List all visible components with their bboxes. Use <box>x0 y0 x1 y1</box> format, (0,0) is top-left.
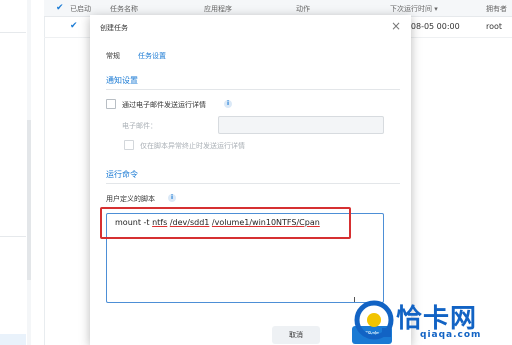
notify-section-title: 通知设置 <box>106 76 138 85</box>
email-label: 电子邮件： <box>122 122 157 130</box>
left-scrollbar-thumb[interactable] <box>27 120 31 280</box>
left-panel <box>0 0 45 345</box>
row-owner: root <box>486 22 503 31</box>
left-panel-divider <box>0 32 26 33</box>
close-icon[interactable]: × <box>391 19 401 33</box>
watermark-logo-icon <box>354 300 394 340</box>
info-icon[interactable]: i <box>224 100 232 108</box>
tab-general[interactable]: 常规 <box>106 51 120 61</box>
left-panel-selected-item[interactable] <box>0 334 26 345</box>
info-icon[interactable]: i <box>168 194 176 202</box>
dialog-title: 创建任务 <box>100 24 128 32</box>
send-email-label: 通过电子邮件发送运行详情 <box>122 101 206 109</box>
only-on-error-label: 仅在脚本异常终止时发送运行详情 <box>140 142 245 150</box>
tab-task-settings[interactable]: 任务设置 <box>138 51 166 61</box>
header-action[interactable]: 动作 <box>296 4 310 14</box>
watermark: 恰卡网 qiaqa.com <box>352 296 512 345</box>
header-task-name[interactable]: 任务名称 <box>110 4 138 14</box>
section-divider <box>106 89 400 90</box>
row-next-run: -08-05 00:00 <box>408 22 460 31</box>
header-enabled[interactable]: 已启动 <box>70 4 91 14</box>
header-owner[interactable]: 拥有者 <box>486 4 507 14</box>
email-field[interactable] <box>218 116 384 134</box>
check-icon[interactable]: ✔ <box>70 22 79 31</box>
check-icon[interactable]: ✔ <box>56 4 65 13</box>
cancel-button[interactable]: 取消 <box>272 326 320 344</box>
only-on-error-checkbox[interactable] <box>124 140 134 150</box>
header-application[interactable]: 应用程序 <box>204 4 232 14</box>
header-next-run[interactable]: 下次运行时间 ▾ <box>390 4 438 14</box>
highlight-box <box>100 207 351 239</box>
script-label: 用户定义的脚本 <box>106 195 155 203</box>
left-panel-divider <box>0 236 26 237</box>
send-email-checkbox[interactable] <box>106 99 116 109</box>
run-section-title: 运行命令 <box>106 170 138 179</box>
watermark-subtext: qiaqa.com <box>420 330 482 340</box>
section-divider <box>106 183 400 184</box>
